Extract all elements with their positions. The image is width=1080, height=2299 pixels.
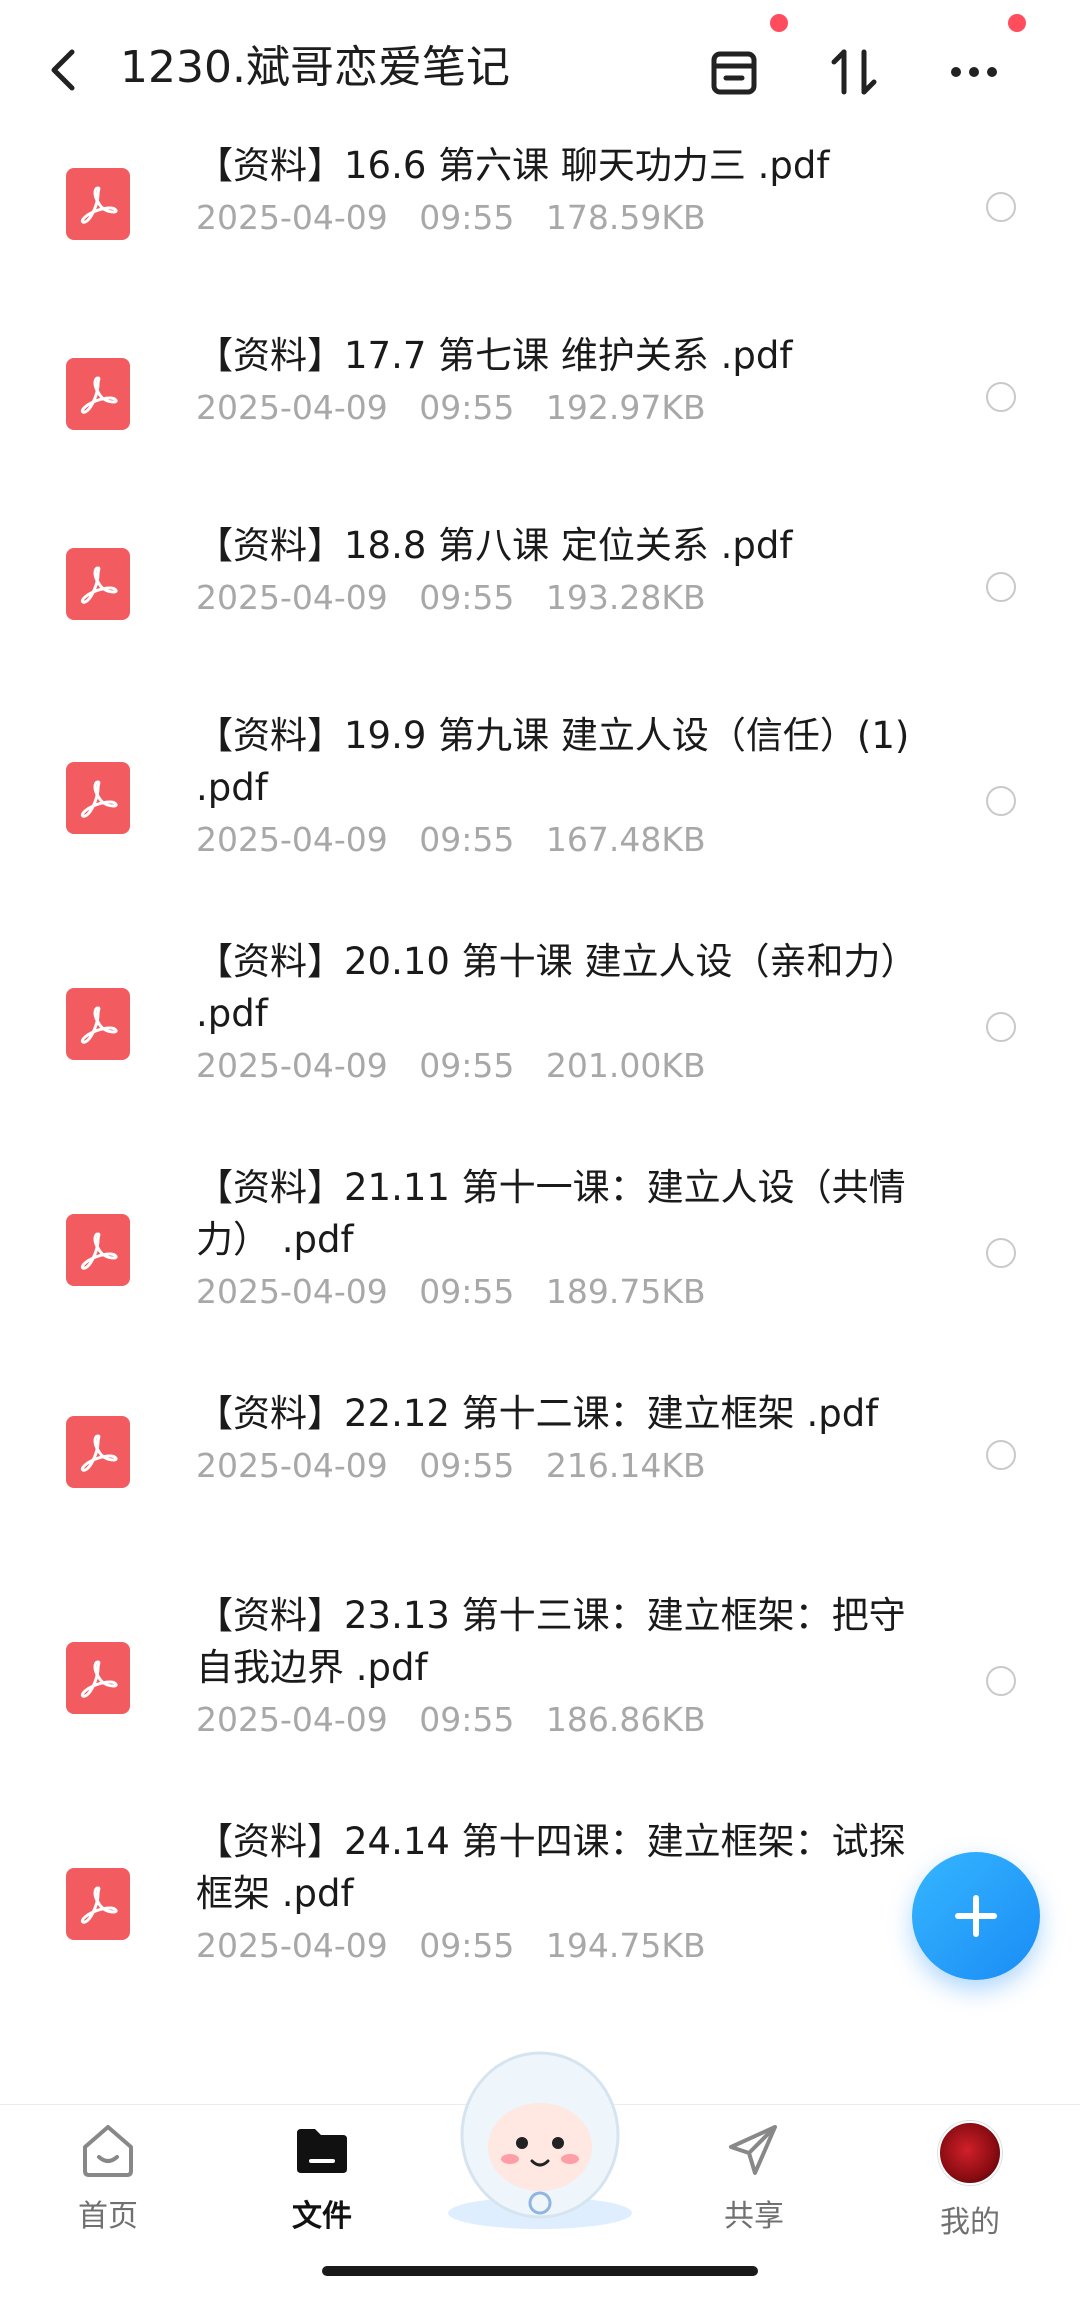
pdf-file-icon: [66, 762, 130, 834]
file-meta: 2025-04-09 09:55 186.86KB: [196, 1700, 706, 1739]
nav-share-label: 共享: [724, 2199, 784, 2234]
file-name: 【资料】19.9 第九课 建立人设（信任）(1) .pdf: [196, 714, 910, 809]
select-radio[interactable]: [986, 1238, 1016, 1268]
folder-icon: [297, 2129, 347, 2173]
pdf-file-icon: [66, 1214, 130, 1286]
select-radio[interactable]: [986, 1440, 1016, 1470]
home-indicator: [322, 2266, 758, 2276]
more-icon[interactable]: [942, 40, 1006, 104]
file-name: 【资料】21.11 第十一课：建立人设（共情力） .pdf: [196, 1166, 906, 1261]
nav-files-label: 文件: [292, 2199, 352, 2234]
file-name: 【资料】16.6 第六课 聊天功力三 .pdf: [196, 144, 830, 187]
file-meta: 2025-04-09 09:55 201.00KB: [196, 1046, 706, 1085]
select-radio[interactable]: [986, 572, 1016, 602]
select-radio[interactable]: [986, 786, 1016, 816]
select-radio[interactable]: [986, 192, 1016, 222]
pdf-file-icon: [66, 1642, 130, 1714]
pdf-file-icon: [66, 1416, 130, 1488]
pdf-file-icon: [66, 358, 130, 430]
pdf-file-icon: [66, 1868, 130, 1940]
add-button[interactable]: [912, 1852, 1040, 1980]
file-name: 【资料】18.8 第八课 定位关系 .pdf: [196, 524, 793, 567]
file-meta: 2025-04-09 09:55 192.97KB: [196, 388, 706, 427]
nav-mine[interactable]: 我的: [900, 2117, 1040, 2241]
mascot-button[interactable]: [438, 2043, 642, 2231]
file-name: 【资料】23.13 第十三课：建立框架：把守自我边界 .pdf: [196, 1594, 906, 1689]
file-name: 【资料】17.7 第七课 维护关系 .pdf: [196, 334, 793, 377]
select-radio[interactable]: [986, 382, 1016, 412]
notification-dot: [770, 14, 788, 32]
file-meta: 2025-04-09 09:55 216.14KB: [196, 1446, 706, 1485]
archive-icon[interactable]: [702, 40, 766, 104]
file-name: 【资料】20.10 第十课 建立人设（亲和力） .pdf: [196, 940, 918, 1035]
top-bar: 1230.斌哥恋爱笔记: [0, 0, 1080, 140]
nav-home[interactable]: 首页: [38, 2117, 178, 2235]
back-arrow-icon[interactable]: [44, 42, 84, 98]
file-meta: 2025-04-09 09:55 194.75KB: [196, 1926, 706, 1965]
pdf-file-icon: [66, 548, 130, 620]
file-meta: 2025-04-09 09:55 167.48KB: [196, 820, 706, 859]
select-radio[interactable]: [986, 1666, 1016, 1696]
avatar: [938, 2121, 1002, 2185]
home-icon: [83, 2125, 133, 2177]
pdf-file-icon: [66, 168, 130, 240]
nav-home-label: 首页: [78, 2199, 138, 2234]
file-meta: 2025-04-09 09:55 178.59KB: [196, 198, 706, 237]
notification-dot: [1008, 14, 1026, 32]
file-meta: 2025-04-09 09:55 193.28KB: [196, 578, 706, 617]
page-title: 1230.斌哥恋爱笔记: [120, 42, 510, 93]
file-name: 【资料】22.12 第十二课：建立框架 .pdf: [196, 1392, 879, 1435]
nav-share[interactable]: 共享: [684, 2117, 824, 2235]
file-meta: 2025-04-09 09:55 189.75KB: [196, 1272, 706, 1311]
send-icon: [729, 2125, 777, 2175]
plus-icon: [955, 1895, 997, 1937]
file-name: 【资料】24.14 第十四课：建立框架：试探框架 .pdf: [196, 1820, 906, 1915]
nav-files[interactable]: 文件: [252, 2117, 392, 2235]
pdf-file-icon: [66, 988, 130, 1060]
select-radio[interactable]: [986, 1012, 1016, 1042]
sort-icon[interactable]: [822, 40, 886, 104]
nav-mine-label: 我的: [940, 2205, 1000, 2240]
